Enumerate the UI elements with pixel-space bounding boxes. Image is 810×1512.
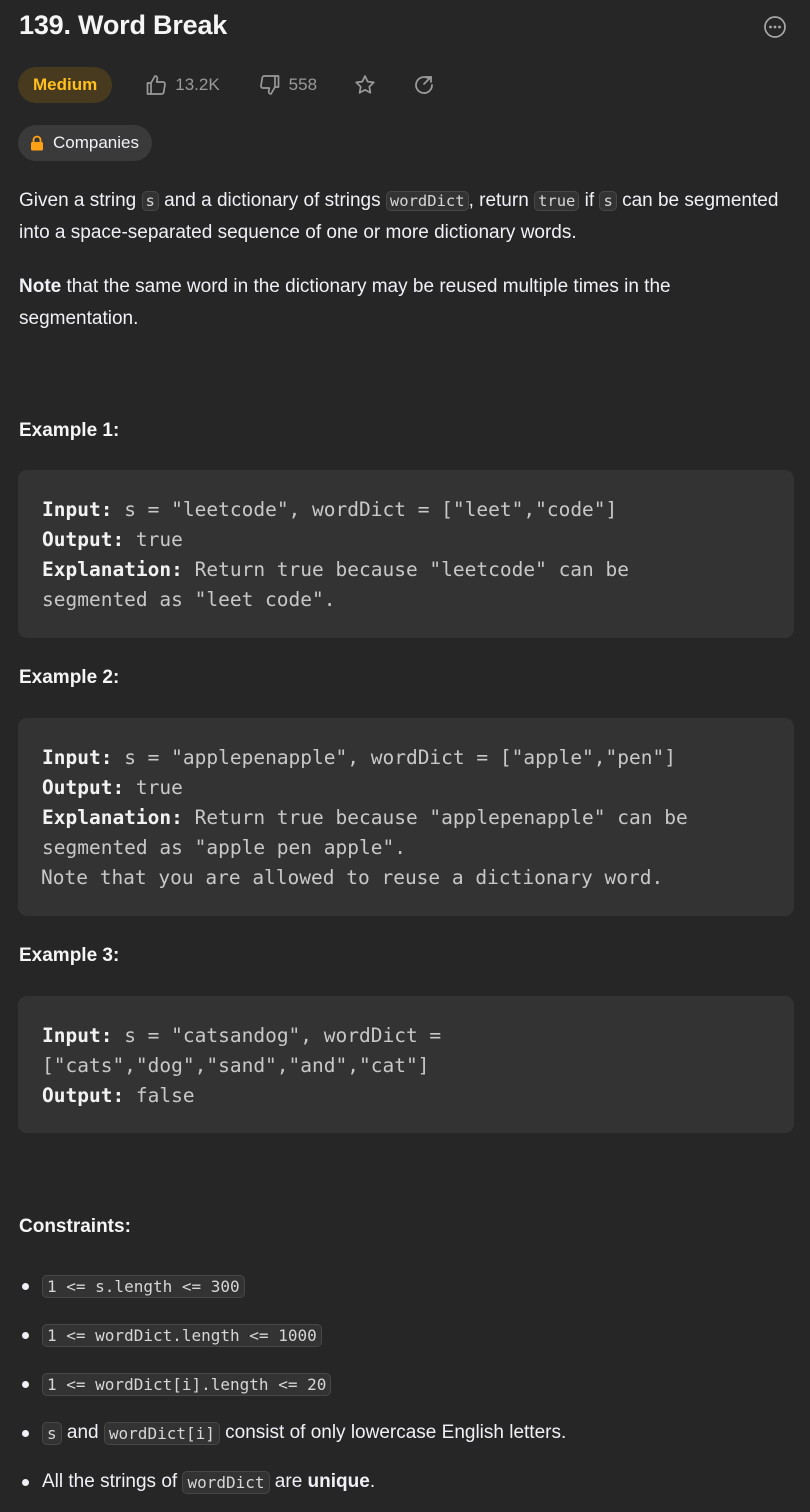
difficulty-badge: Medium: [18, 67, 113, 103]
inline-code: true: [534, 191, 580, 211]
constraint-text: are: [269, 1471, 308, 1492]
explanation-text: segmented as "apple pen apple".: [42, 836, 406, 859]
dislikes-count: 558: [288, 75, 318, 94]
likes-count: 13.2K: [175, 75, 220, 94]
constraint-text: All the strings of: [42, 1471, 183, 1492]
input-value: s = "leetcode", wordDict = ["leet","code…: [112, 498, 618, 521]
example-2-title: Example 2:: [19, 667, 120, 688]
example-2-box: Input: s = "applepenapple", wordDict = […: [18, 718, 794, 916]
constraint-text: and: [61, 1422, 104, 1443]
bullet: [22, 1380, 29, 1388]
input-value: s = "catsandog", wordDict =: [112, 1024, 442, 1047]
example-3-box: Input: s = "catsandog", wordDict = ["cat…: [18, 996, 794, 1133]
more-options-icon: [763, 15, 787, 44]
output-value: true: [124, 776, 183, 799]
bullet: [22, 1331, 29, 1339]
inline-code: wordDict: [385, 191, 469, 211]
explanation-text: Return true because "leetcode" can be: [182, 558, 630, 581]
explanation-text: Note that you are allowed to reuse a dic…: [41, 866, 664, 889]
description-paragraph: Given a string s and a dictionary of str…: [19, 185, 794, 249]
star-icon: [353, 73, 377, 97]
example-1-title: Example 1:: [19, 420, 120, 441]
problem-title: 139. Word Break: [19, 10, 228, 40]
constraint-text: .: [369, 1471, 376, 1492]
example-3-title: Example 3:: [19, 945, 120, 966]
explanation-label: Explanation:: [42, 558, 183, 581]
constraint-bold: unique: [307, 1471, 370, 1492]
more-options-button[interactable]: [763, 15, 787, 44]
inline-code: s: [599, 191, 617, 211]
thumbs-down-icon: [258, 73, 282, 97]
constraint-text: consist of only lowercase English letter…: [219, 1422, 567, 1443]
input-label: Input:: [42, 498, 113, 521]
bullet: [22, 1429, 29, 1437]
companies-label: Companies: [53, 133, 139, 152]
output-label: Output:: [42, 1084, 125, 1107]
output-value: true: [124, 528, 183, 551]
companies-tag[interactable]: Companies: [18, 125, 152, 161]
bullet: [22, 1282, 29, 1290]
note-bold: Note: [19, 276, 62, 297]
description-text: , return: [468, 190, 535, 211]
input-label: Input:: [42, 746, 113, 769]
problem-toolbar: Medium 13.2K 558: [18, 67, 436, 103]
inline-code: s: [42, 1421, 62, 1445]
like-button[interactable]: 13.2K: [144, 73, 220, 97]
lock-icon: [30, 135, 44, 151]
explanation-label: Explanation:: [42, 806, 183, 829]
output-label: Output:: [42, 528, 125, 551]
description-text: Given a string: [19, 190, 142, 211]
input-value: s = "applepenapple", wordDict = ["apple"…: [112, 746, 676, 769]
note-text: that the same word in the dictionary may…: [19, 276, 671, 329]
input-label: Input:: [42, 1024, 113, 1047]
inline-code: wordDict: [182, 1470, 270, 1494]
favorite-button[interactable]: [353, 73, 377, 97]
inline-code: 1 <= s.length <= 300: [42, 1274, 245, 1298]
constraints-title: Constraints:: [19, 1216, 131, 1237]
explanation-text: Return true because "applepenapple" can …: [182, 806, 688, 829]
share-button[interactable]: [412, 73, 436, 97]
note-paragraph: Note that the same word in the dictionar…: [19, 271, 794, 335]
inline-code: s: [141, 191, 159, 211]
example-1-box: Input: s = "leetcode", wordDict = ["leet…: [18, 470, 794, 638]
bullet: [22, 1478, 29, 1486]
input-value: ["cats","dog","sand","and","cat"]: [42, 1054, 430, 1077]
output-value: false: [124, 1084, 195, 1107]
description-text: and a dictionary of strings: [158, 190, 386, 211]
dislike-button[interactable]: 558: [258, 73, 317, 97]
explanation-text: segmented as "leet code".: [42, 588, 336, 611]
output-label: Output:: [42, 776, 125, 799]
inline-code: 1 <= wordDict.length <= 1000: [42, 1323, 322, 1347]
description-text: if: [579, 190, 600, 211]
share-icon: [412, 73, 436, 97]
inline-code: 1 <= wordDict[i].length <= 20: [42, 1372, 332, 1396]
thumbs-up-icon: [144, 73, 168, 97]
inline-code: wordDict[i]: [103, 1421, 220, 1445]
